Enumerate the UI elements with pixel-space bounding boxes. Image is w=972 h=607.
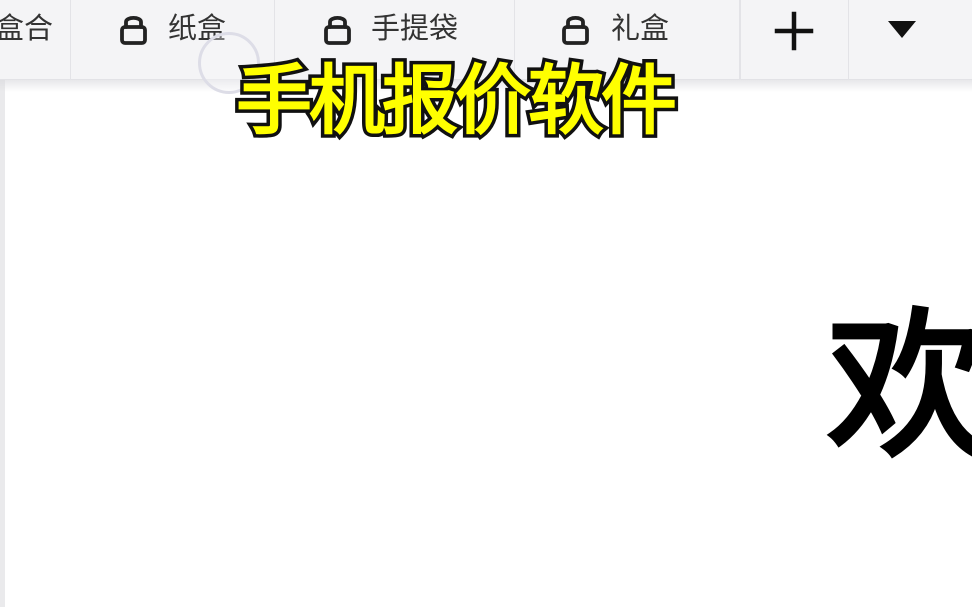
lock-icon — [324, 15, 351, 45]
plus-icon — [774, 11, 814, 51]
welcome-heading-partial: 欢 — [827, 293, 972, 480]
tab-label: 盒合 — [0, 11, 54, 45]
video-caption: 手机报价软件 — [233, 53, 681, 149]
lock-icon — [562, 15, 589, 45]
tab-dropdown-button[interactable] — [849, 0, 972, 80]
content-left-edge — [0, 80, 5, 607]
lock-icon — [120, 15, 147, 45]
tab-label: 礼盒 — [611, 11, 670, 45]
add-tab-button[interactable] — [740, 0, 849, 80]
triangle-down-icon — [888, 21, 916, 38]
tab-label: 手提袋 — [371, 11, 459, 45]
tab-box-combination-partial[interactable]: 盒合 — [0, 0, 71, 80]
phone-quote-app-screen: 盒合 纸盒 手提袋 礼盒 手机报价软件 欢 — [0, 0, 972, 607]
